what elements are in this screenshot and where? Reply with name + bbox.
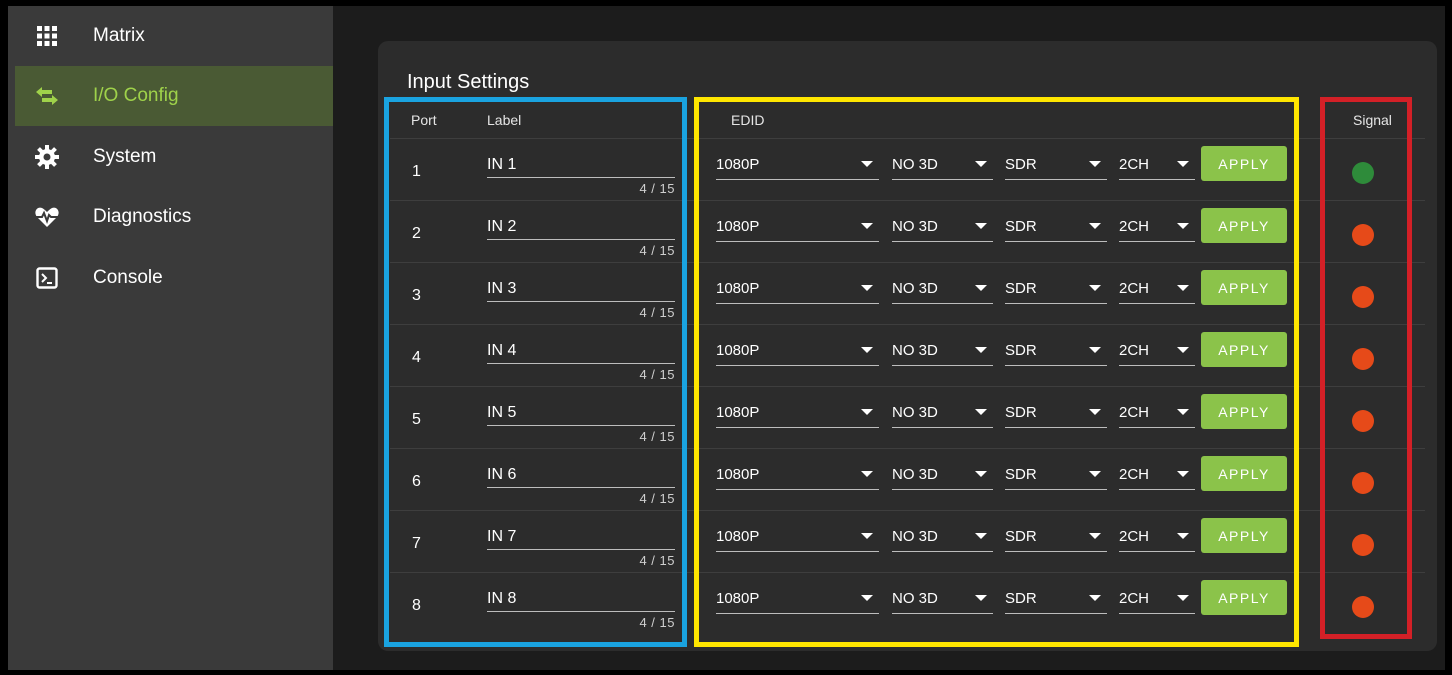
sidebar-item-label: I/O Config: [93, 85, 179, 106]
label-column-highlight: [384, 97, 687, 647]
sidebar: Matrix I/O Config System Diagnostics Con…: [8, 6, 333, 670]
sidebar-item-matrix[interactable]: Matrix: [15, 6, 333, 66]
terminal-icon: [33, 264, 61, 292]
sidebar-item-system[interactable]: System: [15, 127, 333, 187]
sidebar-item-label: System: [93, 146, 157, 167]
page-title: Input Settings: [407, 71, 530, 93]
heartbeat-icon: [33, 203, 61, 231]
sidebar-item-label: Diagnostics: [93, 206, 192, 227]
signal-column-highlight: [1320, 97, 1412, 639]
sidebar-item-console[interactable]: Console: [15, 248, 333, 308]
grid-icon: [33, 22, 61, 50]
gear-icon: [33, 143, 61, 171]
sidebar-item-label: Console: [93, 267, 163, 288]
sidebar-item-label: Matrix: [93, 25, 145, 46]
edid-column-highlight: [694, 97, 1299, 647]
swap-arrows-icon: [33, 82, 61, 110]
sidebar-item-diagnostics[interactable]: Diagnostics: [15, 187, 333, 247]
sidebar-item-io-config[interactable]: I/O Config: [15, 66, 333, 126]
